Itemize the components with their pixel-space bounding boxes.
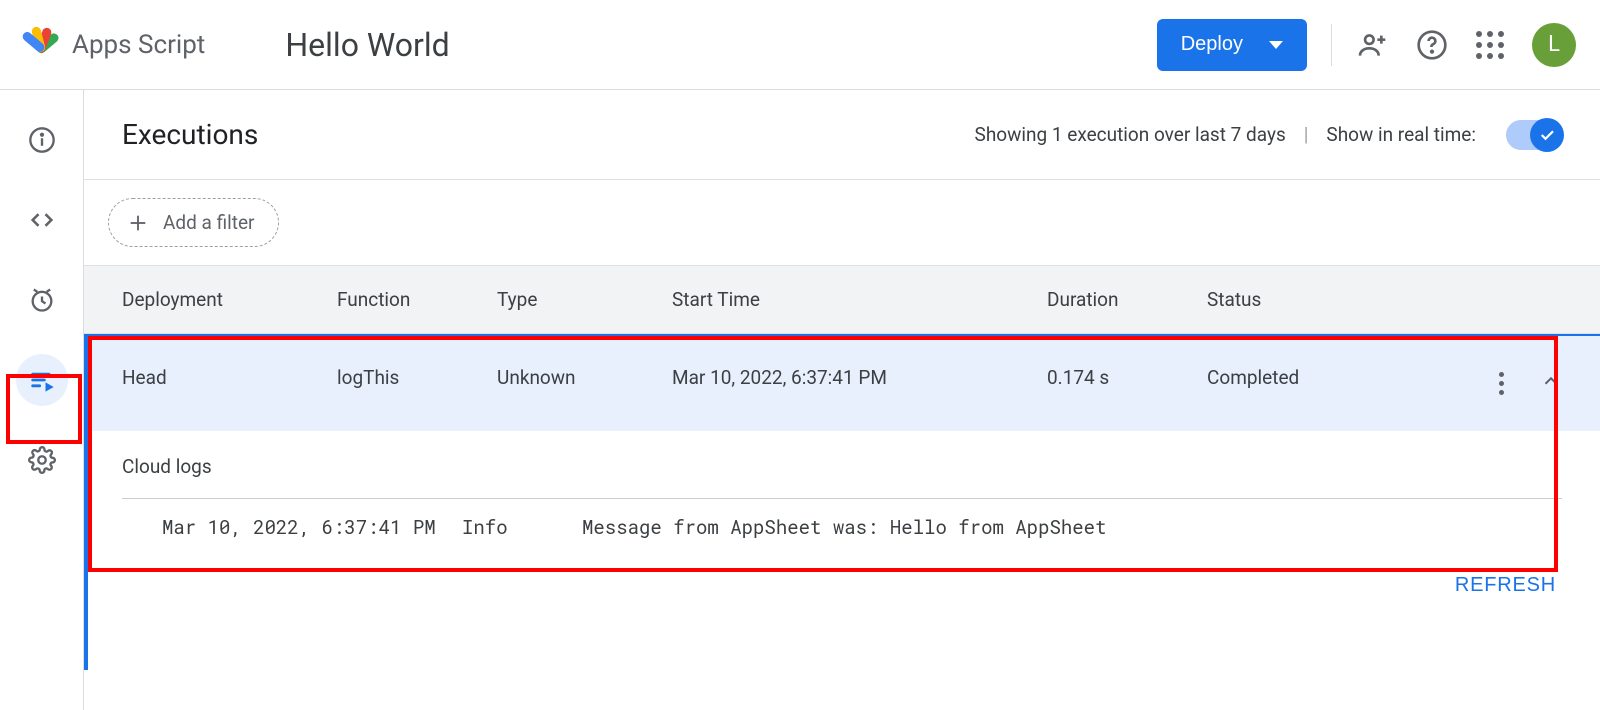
code-icon <box>28 206 56 234</box>
plus-icon <box>127 212 149 234</box>
gear-icon <box>28 446 56 474</box>
status-bar: Showing 1 execution over last 7 days | S… <box>975 120 1562 150</box>
deploy-button[interactable]: Deploy <box>1157 19 1307 71</box>
executions-panel: Executions Showing 1 execution over last… <box>84 90 1600 710</box>
deploy-label: Deploy <box>1181 33 1243 56</box>
filter-row: Add a filter <box>84 180 1600 265</box>
share-add-person-icon[interactable] <box>1356 29 1388 61</box>
add-filter-button[interactable]: Add a filter <box>108 198 279 247</box>
avatar[interactable]: L <box>1532 23 1576 67</box>
cell-status: Completed <box>1207 366 1407 401</box>
project-title[interactable]: Hello World <box>285 26 449 64</box>
cell-type: Unknown <box>497 366 672 401</box>
toggle-knob <box>1530 118 1564 152</box>
col-header-status: Status <box>1207 288 1407 311</box>
brand-text: Apps Script <box>72 30 205 60</box>
add-filter-label: Add a filter <box>163 211 254 234</box>
cell-function: logThis <box>337 366 497 401</box>
header-icons: L <box>1356 23 1576 67</box>
header-divider <box>1331 24 1332 66</box>
realtime-label: Show in real time: <box>1326 123 1476 146</box>
table-header: Deployment Function Type Start Time Dura… <box>84 265 1600 334</box>
log-timestamp: Mar 10, 2022, 6:37:41 PM <box>162 515 462 540</box>
refresh-bar: REFRESH <box>84 540 1600 597</box>
col-header-function: Function <box>337 288 497 311</box>
page-title: Executions <box>122 118 258 151</box>
execution-row[interactable]: Head logThis Unknown Mar 10, 2022, 6:37:… <box>84 334 1600 431</box>
sidebar-item-editor[interactable] <box>16 194 68 246</box>
sidebar-item-triggers[interactable] <box>16 274 68 326</box>
cell-deployment: Head <box>122 366 337 401</box>
selection-indicator <box>84 336 88 670</box>
executions-count-text: Showing 1 execution over last 7 days <box>975 123 1286 146</box>
log-message: Message from AppSheet was: Hello from Ap… <box>582 515 1107 540</box>
col-header-duration: Duration <box>1047 288 1207 311</box>
row-more-menu[interactable] <box>1493 366 1510 401</box>
app-header: Apps Script Hello World Deploy <box>0 0 1600 90</box>
check-icon <box>1538 126 1556 144</box>
cloud-logs-title: Cloud logs <box>122 455 1562 478</box>
cell-start-time: Mar 10, 2022, 6:37:41 PM <box>672 366 1047 401</box>
executions-icon <box>28 366 56 394</box>
info-icon <box>28 126 56 154</box>
help-icon[interactable] <box>1416 29 1448 61</box>
left-sidebar <box>0 90 84 710</box>
google-apps-icon[interactable] <box>1476 31 1504 59</box>
apps-script-logo-icon <box>18 21 62 69</box>
refresh-button[interactable]: REFRESH <box>1455 574 1556 597</box>
realtime-toggle[interactable] <box>1506 120 1562 150</box>
log-entry: Mar 10, 2022, 6:37:41 PMInfoMessage from… <box>122 515 1562 540</box>
cloud-logs-panel: Cloud logs Mar 10, 2022, 6:37:41 PMInfoM… <box>84 431 1600 540</box>
col-header-start-time: Start Time <box>672 288 1047 311</box>
separator: | <box>1304 123 1309 146</box>
dropdown-arrow-icon <box>1269 41 1283 49</box>
panel-header: Executions Showing 1 execution over last… <box>84 90 1600 180</box>
brand: Apps Script <box>18 21 205 69</box>
cell-duration: 0.174 s <box>1047 366 1207 401</box>
sidebar-item-overview[interactable] <box>16 114 68 166</box>
sidebar-item-executions[interactable] <box>16 354 68 406</box>
clock-icon <box>28 286 56 314</box>
collapse-icon[interactable] <box>1540 370 1562 397</box>
log-level: Info <box>462 515 582 540</box>
col-header-deployment: Deployment <box>122 288 337 311</box>
sidebar-item-settings[interactable] <box>16 434 68 486</box>
logs-separator <box>122 498 1562 499</box>
col-header-type: Type <box>497 288 672 311</box>
